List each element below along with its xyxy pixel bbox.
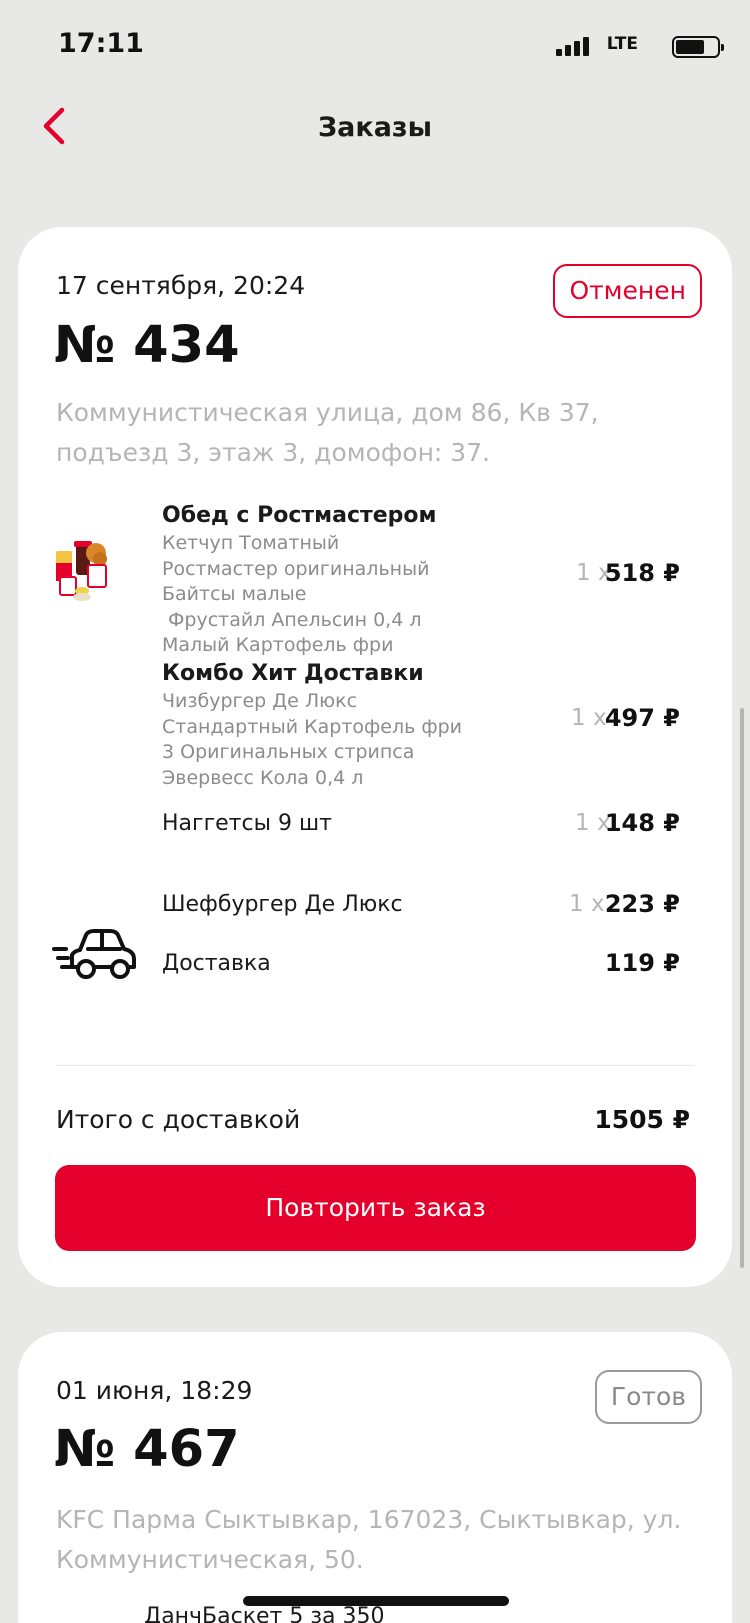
total-label: Итого с доставкой	[56, 1105, 301, 1134]
item-title: Комбо Хит Доставки	[162, 661, 424, 686]
item-price: 497 ₽	[604, 704, 680, 732]
item-title: Шефбургер Де Люкс	[162, 892, 403, 917]
item-quantity: 1 x	[571, 705, 607, 731]
status-badge: Отменен	[553, 264, 702, 318]
status-indicators: LTE	[520, 34, 724, 58]
order-number: № 434	[54, 316, 240, 375]
home-indicator[interactable]	[243, 1596, 509, 1606]
car-icon	[52, 929, 136, 979]
order-card: 17 сентября, 20:24 Отменен № 434 Коммуни…	[18, 227, 732, 1287]
item-title: Наггетсы 9 шт	[162, 811, 332, 836]
delivery-label: Доставка	[162, 951, 271, 976]
divider	[56, 1065, 694, 1066]
item-title: Обед с Ростмастером	[162, 503, 437, 528]
status-badge: Готов	[594, 1370, 702, 1424]
order-date: 01 июня, 18:29	[56, 1376, 253, 1405]
order-date: 17 сентября, 20:24	[56, 271, 306, 300]
delivery-price: 119 ₽	[604, 949, 680, 977]
status-bar: 17:11 LTE	[0, 0, 750, 92]
item-price: 148 ₽	[604, 809, 680, 837]
item-components: Кетчуп Томатный Ростмастер оригинальный …	[162, 532, 430, 656]
order-address: KFC Парма Сыктывкар, 167023, Сыктывкар, …	[56, 1505, 682, 1574]
item-price: 223 ₽	[604, 890, 680, 918]
order-address: Коммунистическая улица, дом 86, Кв 37, п…	[56, 398, 599, 467]
scrollbar[interactable]	[740, 708, 744, 1268]
total-value: 1505 ₽	[594, 1105, 690, 1134]
battery-icon	[672, 36, 724, 58]
signal-icon	[556, 36, 590, 56]
combo-meal-image	[56, 541, 107, 601]
order-card: 01 июня, 18:29 Готов № 467 KFC Парма Сык…	[18, 1332, 732, 1623]
repeat-order-button[interactable]: Повторить заказ	[55, 1165, 696, 1251]
network-label: LTE	[606, 34, 638, 54]
status-time: 17:11	[58, 28, 144, 59]
item-components: Чизбургер Де Люкс Стандартный Картофель …	[162, 690, 462, 789]
item-title: ДанчБаскет 5 за 350	[144, 1604, 385, 1623]
order-number: № 467	[54, 1420, 240, 1479]
nav-bar: Заказы	[0, 92, 750, 167]
page-title: Заказы	[317, 112, 433, 143]
item-quantity: 1 x	[569, 891, 605, 917]
item-price: 518 ₽	[604, 559, 680, 587]
